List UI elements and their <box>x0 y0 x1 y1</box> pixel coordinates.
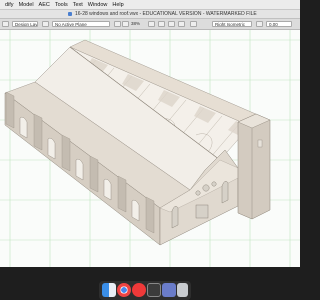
dock <box>99 281 191 300</box>
document-icon <box>68 12 72 16</box>
menu-item-tools[interactable]: Tools <box>55 2 68 8</box>
standard-view-dropdown[interactable]: Right Isometric <box>212 21 252 27</box>
entrance-door <box>195 204 209 219</box>
view-options-button[interactable] <box>158 21 165 27</box>
menu-item-model[interactable]: Model <box>19 2 34 8</box>
tower-window <box>257 139 263 148</box>
app-icon[interactable] <box>162 283 176 297</box>
active-layer-dropdown[interactable]: Design Layer-1 <box>12 21 38 27</box>
class-options-button[interactable] <box>42 21 49 27</box>
window-title: 16-28 windows and roof.vwx - EDUCATIONAL… <box>75 11 257 17</box>
window-title-bar: 16-28 windows and roof.vwx - EDUCATIONAL… <box>0 10 300 19</box>
menu-item-help[interactable]: Help <box>112 2 123 8</box>
view-bar: Design Layer-1 No Active Plane 38% Right… <box>0 19 300 30</box>
vivaldi-icon[interactable] <box>132 283 146 297</box>
drawing-area[interactable] <box>0 30 300 267</box>
projection-button[interactable] <box>178 21 185 27</box>
render-mode-dropdown[interactable]: 0.00 <box>266 21 292 27</box>
menu-item-window[interactable]: Window <box>88 2 108 8</box>
finder-icon[interactable] <box>102 283 116 297</box>
chrome-icon[interactable] <box>117 283 131 297</box>
zoom-out-button[interactable] <box>114 21 121 27</box>
zoom-in-button[interactable] <box>122 21 129 27</box>
trash-icon[interactable] <box>177 283 188 297</box>
view-menu-button[interactable] <box>190 21 197 27</box>
fit-to-window-button[interactable] <box>148 21 155 27</box>
menu-item-modify[interactable]: dify <box>5 2 14 8</box>
zoom-level[interactable]: 38% <box>131 21 140 26</box>
render-mode-button[interactable] <box>256 21 263 27</box>
flyover-button[interactable] <box>168 21 175 27</box>
active-plane-dropdown[interactable]: No Active Plane <box>52 21 110 27</box>
menu-bar: dify Model AEC Tools Text Window Help <box>0 0 300 10</box>
layer-options-button[interactable] <box>2 21 9 27</box>
tower <box>237 113 271 220</box>
building-model <box>0 30 300 267</box>
vectorworks-icon[interactable] <box>147 283 161 297</box>
menu-item-aec[interactable]: AEC <box>39 2 50 8</box>
menu-item-text[interactable]: Text <box>73 2 83 8</box>
